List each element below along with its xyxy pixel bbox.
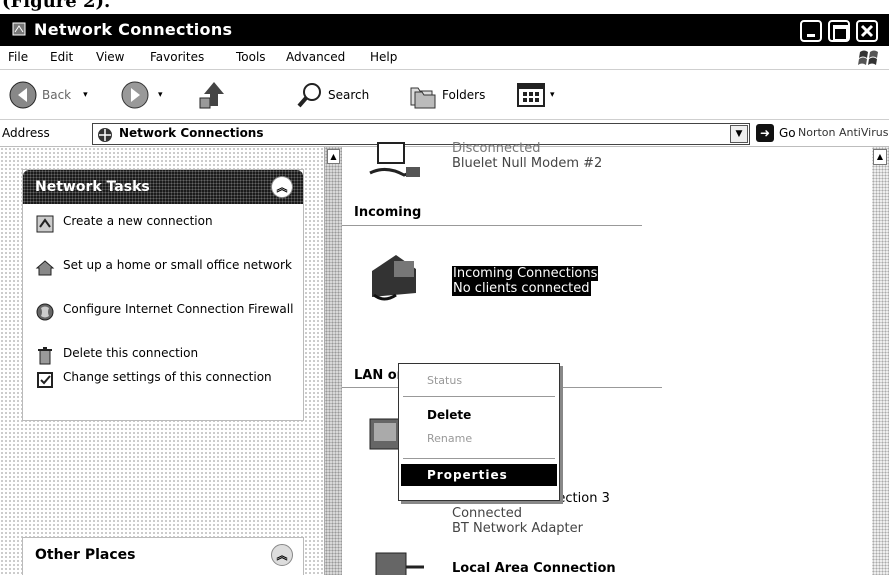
menu-advanced[interactable]: Advanced [286, 50, 345, 64]
context-menu-properties[interactable]: Properties [401, 464, 557, 486]
norton-antivirus-toolbar[interactable]: Norton AntiVirus [798, 126, 888, 139]
task-label: Change settings of this connection [63, 370, 272, 384]
scroll-up-icon[interactable]: ▲ [873, 149, 887, 165]
back-label: Back [42, 88, 72, 102]
search-icon [297, 83, 321, 108]
top-item-device: Bluelet Null Modem #2 [452, 156, 603, 171]
delete-icon [38, 347, 52, 365]
firewall-icon [36, 303, 54, 321]
network-connections-icon [12, 22, 26, 36]
lan-item-name[interactable]: Local Area Connection [452, 561, 616, 575]
incoming-name-label: Incoming Connections [452, 266, 599, 281]
forward-button[interactable]: ▾ [120, 78, 163, 112]
context-menu-delete[interactable]: Delete [401, 404, 557, 426]
collapse-chevron-icon[interactable]: ︽ [271, 176, 293, 198]
title-bar: Network Connections [0, 14, 889, 46]
search-button[interactable]: Search [296, 78, 369, 112]
menu-bar: File Edit View Favorites Tools Advanced … [0, 46, 889, 70]
address-bar: Address Network Connections ▼ ➜ Go Norto… [0, 121, 889, 147]
views-button[interactable]: ▾ [516, 78, 555, 112]
connections-list: Disconnected Bluelet Null Modem #2 Incom… [342, 141, 872, 575]
task-pane-scrollbar[interactable]: ▲ [324, 147, 342, 575]
context-menu-separator [403, 396, 555, 397]
explorer-window: Network Connections File Edit View Favor… [0, 14, 889, 575]
go-label: Go [779, 126, 796, 140]
incoming-item-status: No clients connected [452, 281, 591, 296]
back-arrow-icon [9, 81, 37, 109]
back-dropdown-icon[interactable]: ▾ [83, 90, 88, 100]
other-places-title: Other Places [35, 547, 136, 563]
task-change-settings[interactable]: Change settings of this connection [23, 368, 303, 412]
task-create-connection[interactable]: Create a new connection [23, 212, 303, 256]
task-label: Create a new connection [63, 214, 213, 228]
close-button[interactable] [856, 20, 878, 42]
context-menu-separator [403, 458, 555, 459]
section-incoming: Incoming [354, 205, 422, 220]
scroll-up-icon[interactable]: ▲ [327, 149, 340, 164]
menu-view[interactable]: View [96, 50, 124, 64]
other-places-panel: Other Places ︽ [22, 537, 304, 575]
go-arrow-icon: ➜ [756, 124, 774, 142]
up-folder-button[interactable] [196, 78, 230, 112]
norton-label: Norton AntiVirus [798, 126, 889, 139]
context-menu-status[interactable]: Status [401, 370, 557, 392]
go-button[interactable]: ➜ Go [756, 124, 796, 142]
address-value: Network Connections [119, 126, 264, 140]
section-divider [342, 225, 642, 226]
menu-file[interactable]: File [8, 50, 28, 64]
context-menu: Status Delete Rename Properties [398, 363, 560, 501]
task-label: Delete this connection [63, 346, 199, 360]
content-scrollbar[interactable]: ▲ [872, 147, 889, 575]
standard-toolbar: Back ▾ ▾ Search Folders ▾ [0, 70, 889, 120]
forward-dropdown-icon[interactable]: ▾ [158, 90, 163, 100]
folders-button[interactable]: Folders [408, 78, 485, 112]
folders-icon [410, 87, 436, 109]
close-icon [860, 24, 874, 38]
task-configure-firewall[interactable]: Configure Internet Connection Firewall [23, 300, 303, 344]
menu-favorites[interactable]: Favorites [150, 50, 204, 64]
address-dropdown-icon[interactable]: ▼ [730, 125, 748, 143]
menu-tools[interactable]: Tools [236, 50, 266, 64]
network-connections-icon [98, 128, 112, 142]
incoming-item-name[interactable]: Incoming Connections [452, 266, 599, 281]
address-label: Address [2, 126, 50, 140]
lan-item-status: Connected [452, 506, 523, 521]
lan-item-device: BT Network Adapter [452, 521, 583, 536]
minimize-button[interactable] [800, 20, 822, 42]
other-places-header[interactable]: Other Places ︽ [23, 538, 303, 572]
window-title: Network Connections [34, 20, 233, 39]
back-button[interactable]: Back ▾ [8, 78, 88, 112]
task-delete-connection[interactable]: Delete this connection [23, 344, 303, 368]
network-tasks-panel: Network Tasks ︽ Create a new connection … [22, 169, 304, 421]
menu-help[interactable]: Help [370, 50, 397, 64]
task-label: Configure Internet Connection Firewall [63, 302, 294, 316]
task-label: Set up a home or small office network [63, 258, 292, 272]
new-connection-icon [36, 215, 54, 233]
views-icon [517, 83, 545, 107]
task-pane: Network Tasks ︽ Create a new connection … [0, 147, 324, 575]
home-network-icon [35, 260, 55, 276]
views-dropdown-icon[interactable]: ▾ [550, 90, 555, 100]
lan-connection-icon [375, 552, 424, 575]
top-item-status: Disconnected [452, 141, 541, 156]
folders-label: Folders [442, 88, 486, 102]
network-tasks-title: Network Tasks [35, 179, 150, 195]
collapse-chevron-icon[interactable]: ︽ [271, 544, 293, 566]
network-tasks-header[interactable]: Network Tasks ︽ [23, 170, 303, 204]
incoming-status-label: No clients connected [452, 281, 591, 296]
change-settings-icon [37, 372, 53, 388]
menu-edit[interactable]: Edit [50, 50, 73, 64]
search-label: Search [328, 88, 370, 102]
forward-arrow-icon [121, 81, 149, 109]
null-modem-icon [369, 142, 420, 177]
up-folder-icon [199, 82, 224, 109]
maximize-button[interactable] [828, 20, 850, 42]
figure-caption: (Figure 2). [0, 0, 889, 14]
task-home-network[interactable]: Set up a home or small office network [23, 256, 303, 300]
incoming-connection-icon [372, 255, 416, 301]
windows-logo-icon [858, 50, 878, 65]
incoming-connection-icon [364, 335, 365, 336]
context-menu-rename[interactable]: Rename [401, 428, 557, 450]
